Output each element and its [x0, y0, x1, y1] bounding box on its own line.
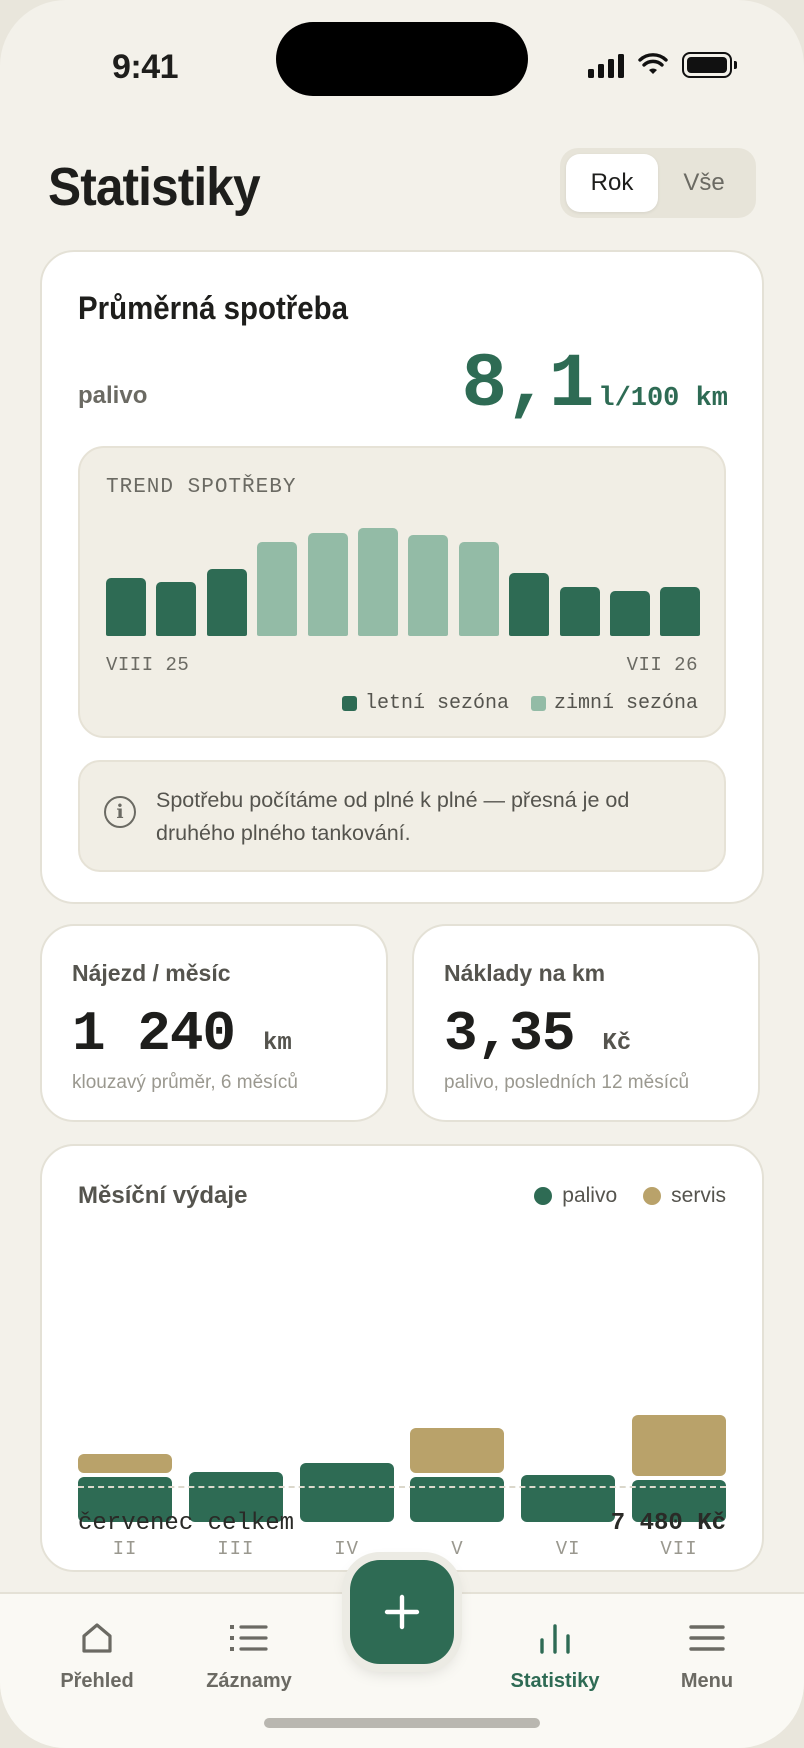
status-icons [588, 52, 737, 78]
tab-records[interactable]: Záznamy [184, 1616, 314, 1693]
cost-per-km-card[interactable]: Náklady na km 3,35 Kč palivo, posledních… [412, 924, 760, 1122]
legend-fuel-label: palivo [562, 1184, 618, 1207]
bar-chart-icon [540, 1624, 570, 1654]
tab-menu-label: Menu [680, 1670, 734, 1692]
mileage-card[interactable]: Nájezd / měsíc 1 240 km klouzavý průměr,… [40, 924, 388, 1122]
hamburger-icon [689, 1625, 725, 1651]
trend-bar-i [358, 528, 398, 636]
cost-label: Náklady na km [444, 960, 606, 986]
tab-overview[interactable]: Přehled [32, 1616, 162, 1693]
trend-bar-vi [610, 591, 650, 636]
expenses-x-label: IV [334, 1538, 359, 1560]
trend-bar-viii [106, 577, 146, 636]
dashed-divider [78, 1486, 726, 1488]
trend-bar-iii [458, 541, 499, 636]
cost-value: 3,35 Kč [444, 1002, 631, 1066]
info-text: Spotřebu počítáme od plné k plné — přesn… [156, 788, 630, 845]
cost-note: palivo, posledních 12 měsíců [444, 1072, 690, 1093]
legend-fuel: palivo [534, 1184, 617, 1208]
consumption-subtitle: palivo [78, 382, 148, 409]
total-label: červenec celkem [78, 1510, 295, 1537]
expenses-x-label: V [451, 1538, 464, 1560]
legend-winter-label: zimní sezóna [553, 692, 698, 715]
dynamic-island [276, 22, 528, 96]
consumption-value: 8,1 l/100 km [462, 342, 728, 428]
service-bar-vii [632, 1415, 726, 1476]
legend-winter-swatch [530, 696, 546, 711]
trend-bar-v [559, 586, 600, 636]
legend-winter: zimní sezóna [530, 692, 698, 715]
total-value: 7 480 Kč [610, 1510, 726, 1537]
mileage-number: 1 240 [72, 1002, 236, 1066]
trend-legend: letní sezóna zimní sezóna [341, 692, 698, 715]
trend-bar-iv [509, 573, 550, 636]
tab-menu[interactable]: Menu [642, 1616, 772, 1693]
plus-icon [384, 1594, 420, 1630]
trend-title: TREND SPOTŘEBY [106, 476, 297, 499]
home-indicator [264, 1718, 540, 1728]
period-segmented-control: Rok Vše [560, 148, 756, 218]
legend-summer-label: letní sezóna [364, 692, 509, 715]
trend-x-end: VII 26 [626, 654, 698, 676]
trend-chart: TREND SPOTŘEBY VIII 25 VII 26 letní sezó… [78, 446, 726, 738]
signal-icon [588, 52, 624, 78]
mileage-unit: km [263, 1030, 292, 1057]
expenses-x-label: III [217, 1538, 255, 1560]
mileage-value: 1 240 km [72, 1002, 292, 1066]
legend-fuel-dot [534, 1187, 553, 1205]
status-time: 9:41 [112, 48, 179, 86]
segment-year[interactable]: Rok [566, 154, 658, 212]
trend-x-start: VIII 25 [106, 654, 190, 676]
legend-service: servis [643, 1184, 726, 1208]
trend-bar-x [206, 568, 247, 636]
page-title: Statistiky [48, 157, 261, 217]
add-record-button[interactable] [350, 1560, 454, 1664]
trend-bar-ix [156, 582, 197, 636]
info-icon: i [104, 796, 136, 828]
consumption-card: Průměrná spotřeba palivo 8,1 l/100 km TR… [40, 250, 764, 904]
legend-service-dot [643, 1187, 662, 1205]
service-bar-ii [78, 1454, 172, 1474]
tab-records-label: Záznamy [206, 1670, 292, 1692]
fuel-bar-v [410, 1477, 505, 1522]
fuel-bar-vi [521, 1475, 616, 1522]
trend-bars [106, 524, 701, 636]
legend-summer: letní sezóna [341, 692, 509, 715]
mileage-label: Nájezd / měsíc [72, 960, 231, 986]
consumption-title: Průměrná spotřeba [78, 290, 348, 326]
home-icon [82, 1623, 112, 1653]
legend-summer-swatch [341, 696, 357, 711]
expenses-title: Měsíční výdaje [78, 1182, 248, 1209]
tab-overview-label: Přehled [60, 1670, 134, 1692]
trend-bar-xi [257, 541, 298, 636]
service-bar-v [410, 1427, 505, 1474]
info-box: i Spotřebu počítáme od plné k plné — pře… [78, 760, 726, 872]
cost-unit: Kč [602, 1030, 632, 1057]
wifi-icon [638, 53, 668, 74]
trend-bar-xii [307, 532, 348, 636]
expenses-x-label: VI [555, 1538, 581, 1560]
consumption-unit: l/100 km [598, 384, 728, 414]
consumption-number: 8,1 [461, 342, 595, 428]
trend-bar-ii [408, 535, 449, 636]
fuel-bar-iv [299, 1462, 394, 1522]
expenses-legend: palivo servis [534, 1184, 726, 1208]
list-icon [230, 1625, 268, 1651]
expenses-card: Měsíční výdaje palivo servis II III IV V VI V… [40, 1144, 764, 1572]
phone-screen: 9:41 Statistiky Rok Vše Průměrná spotřeb… [0, 0, 804, 1748]
battery-icon [682, 52, 737, 78]
expenses-x-label: II [112, 1538, 138, 1560]
legend-service-label: servis [671, 1184, 726, 1207]
expenses-x-label: VII [660, 1538, 698, 1560]
tab-statistics[interactable]: Statistiky [490, 1616, 620, 1693]
mileage-note: klouzavý průměr, 6 měsíců [72, 1072, 298, 1093]
tab-statistics-label: Statistiky [510, 1670, 600, 1692]
cost-number: 3,35 [444, 1002, 575, 1066]
segment-all[interactable]: Vše [658, 154, 750, 212]
trend-bar-vii [660, 586, 701, 636]
